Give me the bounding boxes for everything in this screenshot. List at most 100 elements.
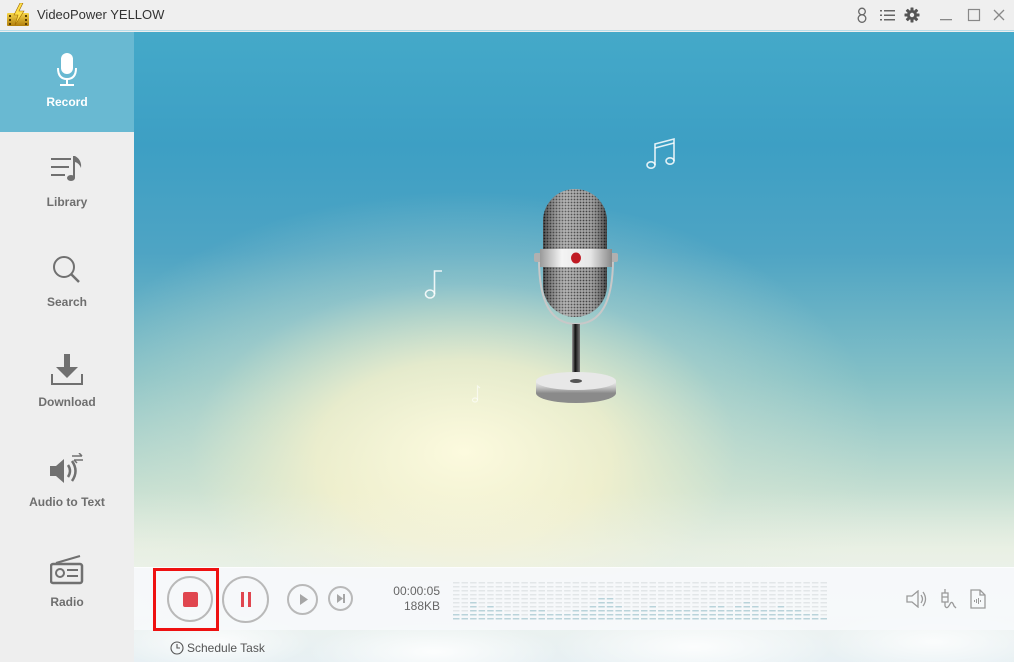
level-meter-segment [478, 582, 486, 584]
level-meter-segment [709, 594, 716, 596]
level-meter-segment [555, 606, 562, 608]
level-meter-segment [717, 610, 725, 612]
level-meter-segment [581, 614, 588, 616]
level-meter-segment [547, 598, 554, 600]
level-meter-segment [760, 602, 768, 604]
user-icon[interactable] [853, 6, 871, 24]
play-button[interactable] [287, 584, 318, 615]
level-meter-segment [752, 598, 759, 600]
level-meter-segment [820, 610, 827, 612]
level-meter-segment [717, 602, 725, 604]
search-icon [47, 252, 87, 288]
level-meter-segment [675, 614, 682, 616]
menu-list-icon[interactable] [878, 6, 896, 24]
sidebar-item-download[interactable]: Download [0, 332, 134, 432]
microphone-illustration [528, 189, 624, 404]
level-meter-segment [794, 582, 802, 584]
level-meter-segment [572, 590, 580, 592]
close-icon[interactable] [990, 6, 1008, 24]
level-meter-segment [555, 602, 562, 604]
stop-record-button[interactable] [167, 576, 213, 622]
level-meter-segment [572, 598, 580, 600]
skip-next-button[interactable] [328, 586, 353, 611]
schedule-task-link[interactable]: Schedule Task [170, 639, 265, 657]
play-icon [300, 594, 308, 605]
level-meter-segment [692, 582, 699, 584]
sidebar-item-library[interactable]: Library [0, 132, 134, 232]
level-meter-segment [538, 598, 545, 600]
level-meter-segment [769, 586, 776, 588]
level-meter-segment [581, 586, 588, 588]
level-meter-segment [606, 598, 614, 600]
level-meter-segment [461, 614, 468, 616]
level-meter-segment [726, 594, 733, 596]
gear-icon[interactable] [903, 6, 921, 24]
level-meter-segment [589, 594, 597, 596]
level-meter-segment [598, 586, 605, 588]
level-meter-segment [632, 602, 639, 604]
level-meter-segment [564, 618, 571, 620]
sidebar-item-audio-to-text[interactable]: Audio to Text [0, 432, 134, 532]
level-meter-segment [547, 618, 554, 620]
level-meter-segment [512, 590, 520, 592]
maximize-icon[interactable] [965, 6, 983, 24]
volume-icon[interactable] [906, 588, 928, 610]
audio-file-icon[interactable] [967, 588, 989, 610]
pause-button[interactable] [222, 576, 269, 623]
level-meter-segment [521, 582, 528, 584]
level-meter-segment [598, 594, 605, 596]
level-meter-segment [649, 586, 656, 588]
level-meter-segment [470, 610, 477, 612]
level-meter-segment [538, 618, 545, 620]
level-meter-segment [453, 602, 460, 604]
sidebar-item-label: Library [46, 195, 88, 209]
skip-next-icon [337, 594, 345, 603]
level-meter-segment [487, 582, 494, 584]
level-meter-segment [623, 610, 631, 612]
level-meter-segment [581, 602, 588, 604]
sidebar-item-record[interactable]: Record [0, 32, 134, 132]
level-meter-segment [743, 606, 750, 608]
level-meter-segment [726, 582, 733, 584]
level-meter-segment [726, 606, 733, 608]
level-meter-segment [649, 590, 656, 592]
level-meter-segment [786, 610, 793, 612]
level-meter-segment [786, 594, 793, 596]
level-meter-segment [820, 582, 827, 584]
level-meter-segment [555, 610, 562, 612]
level-meter-segment [555, 586, 562, 588]
sidebar-item-search[interactable]: Search [0, 232, 134, 332]
level-meter-segment [743, 618, 750, 620]
level-meter-segment [692, 602, 699, 604]
level-meter-segment [581, 610, 588, 612]
level-meter-segment [598, 618, 605, 620]
level-meter-segment [478, 606, 486, 608]
level-meter-segment [726, 602, 733, 604]
level-meter-segment [777, 606, 785, 608]
level-meter-segment [555, 594, 562, 596]
minimize-icon[interactable] [937, 6, 955, 24]
level-meter-segment [717, 614, 725, 616]
level-meter-segment [803, 586, 810, 588]
level-meter-segment [615, 602, 622, 604]
level-meter-segment [649, 582, 656, 584]
audio-jack-icon[interactable] [937, 588, 959, 610]
level-meter-segment [649, 618, 656, 620]
sidebar-item-radio[interactable]: Radio [0, 532, 134, 632]
level-meter-segment [598, 582, 605, 584]
level-meter-segment [538, 586, 545, 588]
level-meter-segment [743, 614, 750, 616]
level-meter-segment [632, 598, 639, 600]
level-meter-segment [564, 594, 571, 596]
file-size: 188KB [403, 599, 440, 613]
level-meter-segment [521, 610, 528, 612]
level-meter-segment [717, 598, 725, 600]
level-meter-segment [529, 614, 537, 616]
download-icon [47, 352, 87, 388]
level-meter-segment [589, 598, 597, 600]
level-meter-segment [564, 586, 571, 588]
level-meter-segment [726, 614, 733, 616]
level-meter-segment [760, 594, 768, 596]
level-meter-segment [487, 602, 494, 604]
level-meter-segment [581, 590, 588, 592]
